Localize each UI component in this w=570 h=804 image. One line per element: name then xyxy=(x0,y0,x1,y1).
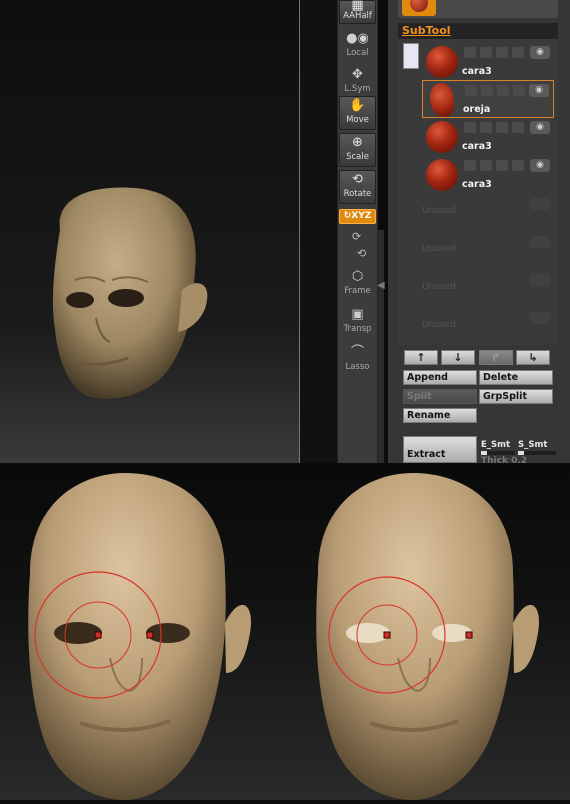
sphere-thumbnail-icon xyxy=(426,121,458,153)
subtool-item[interactable]: ◉ cara3 xyxy=(422,156,554,194)
sphere-thumbnail-icon xyxy=(426,159,458,191)
merge-up-button[interactable]: ↱ xyxy=(479,350,513,365)
move-button[interactable]: ✋ Move xyxy=(339,96,376,130)
slot xyxy=(512,160,524,171)
comparison-renders xyxy=(0,463,570,800)
lasso-icon: ⌒ xyxy=(350,345,364,360)
slot xyxy=(497,85,509,96)
z-rotate-icon[interactable]: ⟲ xyxy=(357,247,366,260)
slot xyxy=(480,47,492,58)
slot xyxy=(464,122,476,133)
move-icon: ✋ xyxy=(349,98,366,113)
aahalf-button[interactable]: ▦ AAHalf xyxy=(339,0,376,24)
eye-icon[interactable]: ◉ xyxy=(530,159,550,172)
slot xyxy=(512,47,524,58)
subtool-item[interactable]: ◉ cara3 xyxy=(422,43,554,81)
lsym-button[interactable]: ✥ L.Sym xyxy=(339,66,376,100)
unused-slot[interactable]: Unused xyxy=(422,282,456,292)
slot xyxy=(512,122,524,133)
rotate-icon: ⟲ xyxy=(352,172,363,187)
unused-slot[interactable]: Unused xyxy=(422,320,456,330)
eye-icon xyxy=(530,274,550,286)
scale-icon: ⊕ xyxy=(352,135,363,150)
frame-icon: ⬡ xyxy=(351,269,364,284)
collapse-arrow-icon[interactable]: ◀ xyxy=(377,280,387,294)
head-model-3d xyxy=(52,187,208,399)
split-button[interactable]: Split xyxy=(403,389,477,404)
slot xyxy=(496,47,508,58)
xyz-rotate-toggle[interactable]: ↻XYZ xyxy=(339,209,376,224)
unused-slot[interactable]: Unused xyxy=(422,206,456,216)
rotate-button[interactable]: ⟲ Rotate xyxy=(339,170,376,204)
current-tool-thumbnail[interactable] xyxy=(402,0,436,16)
eye-icon xyxy=(530,312,550,324)
subtool-color-swatch[interactable] xyxy=(403,43,419,69)
move-up-button[interactable]: ↑ xyxy=(404,350,438,365)
slot xyxy=(513,85,525,96)
merge-icon: ↱ xyxy=(491,351,501,364)
slot xyxy=(496,160,508,171)
canvas-margin xyxy=(300,0,337,463)
rename-button[interactable]: Rename xyxy=(403,408,477,423)
viewport-3d[interactable] xyxy=(0,0,300,463)
slot xyxy=(481,85,493,96)
y-rotate-icon[interactable]: ⟳ xyxy=(352,230,361,243)
slider-track xyxy=(518,451,556,455)
frame-button[interactable]: ⬡ Frame xyxy=(339,268,376,302)
lasso-button[interactable]: ⌒ Lasso xyxy=(339,344,376,378)
transp-button[interactable]: ▣ Transp xyxy=(339,306,376,340)
slot xyxy=(464,160,476,171)
subtool-item[interactable]: ◉ cara3 xyxy=(422,118,554,156)
slot xyxy=(465,85,477,96)
delete-button[interactable]: Delete xyxy=(479,370,553,385)
sphere-thumbnail-icon xyxy=(426,46,458,78)
eye-icon xyxy=(530,236,550,248)
transp-icon: ▣ xyxy=(351,307,364,322)
unused-slot[interactable]: Unused xyxy=(422,244,456,254)
slot xyxy=(480,160,492,171)
shelf-scrollbar[interactable] xyxy=(378,230,384,463)
duplicate-button[interactable]: ↳ xyxy=(516,350,550,365)
eye-icon[interactable]: ◉ xyxy=(530,121,550,134)
subtool-item-selected[interactable]: ◉ oreja xyxy=(422,80,554,118)
ear-thumbnail-icon xyxy=(430,83,454,117)
slot xyxy=(464,47,476,58)
extract-button[interactable]: Extract xyxy=(403,436,477,463)
scale-button[interactable]: ⊕ Scale xyxy=(339,133,376,167)
slider-track xyxy=(481,451,515,455)
tool-thumbnail-bar[interactable] xyxy=(398,0,558,18)
eye-icon xyxy=(530,198,550,210)
move-down-button[interactable]: ↓ xyxy=(441,350,475,365)
arrow-up-icon: ↑ xyxy=(416,351,426,364)
local-icon: ●◉ xyxy=(346,31,369,46)
lsym-icon: ✥ xyxy=(352,67,363,82)
insert-icon: ↳ xyxy=(528,351,538,364)
arrow-down-icon: ↓ xyxy=(453,351,463,364)
grpsplit-button[interactable]: GrpSplit xyxy=(479,389,553,404)
append-button[interactable]: Append xyxy=(403,370,477,385)
s-smt-slider[interactable]: S_Smt xyxy=(518,440,556,456)
local-button[interactable]: ●◉ Local xyxy=(339,30,376,64)
subtool-title[interactable]: SubTool xyxy=(402,24,451,37)
eye-icon[interactable]: ◉ xyxy=(529,84,549,97)
slot xyxy=(480,122,492,133)
head-comparison-image xyxy=(28,473,539,800)
slot xyxy=(496,122,508,133)
aahalf-icon: ▦ xyxy=(351,0,364,13)
e-smt-slider[interactable]: E_Smt xyxy=(481,440,515,456)
eye-icon[interactable]: ◉ xyxy=(530,46,550,59)
